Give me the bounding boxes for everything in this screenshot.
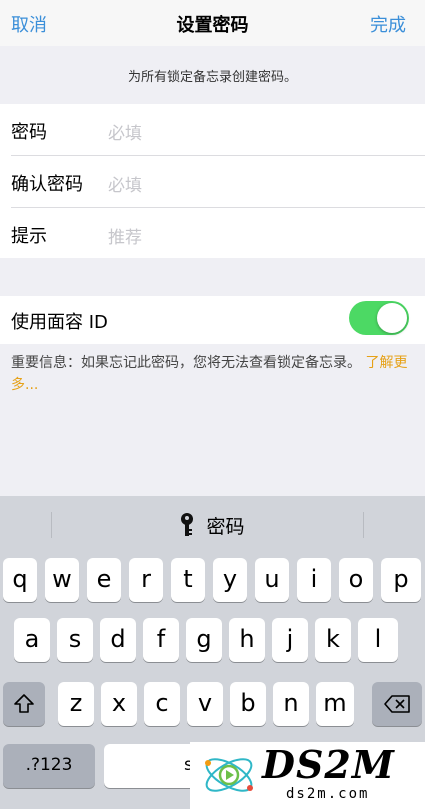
delete-key[interactable] [372, 682, 422, 726]
key-e[interactable]: e [87, 558, 121, 602]
faceid-toggle[interactable] [349, 301, 409, 335]
key-z[interactable]: z [58, 682, 94, 726]
info-text: 重要信息：如果忘记此密码，您将无法查看锁定备忘录。 了解更多... [11, 352, 411, 396]
password-field[interactable]: 必填 [108, 119, 142, 144]
key-x[interactable]: x [101, 682, 137, 726]
faceid-label: 使用面容 ID [11, 312, 108, 333]
key-i[interactable]: i [297, 558, 331, 602]
toggle-knob [377, 303, 407, 333]
quicktype-bar: 密码 [0, 496, 425, 552]
watermark-brand: DS2M [262, 742, 395, 787]
password-label: 密码 [11, 122, 47, 143]
key-w[interactable]: w [45, 558, 79, 602]
section-header-text: 为所有锁定备忘录创建密码。 [127, 70, 297, 85]
suggestion-label: 密码 [206, 516, 245, 538]
key-f[interactable]: f [143, 618, 179, 662]
key-u[interactable]: u [255, 558, 289, 602]
hint-label: 提示 [11, 226, 47, 247]
key-r[interactable]: r [129, 558, 163, 602]
info-message: 重要信息：如果忘记此密码，您将无法查看锁定备忘录。 [11, 355, 361, 371]
navigation-bar: 取消 设置密码 完成 [0, 0, 425, 46]
key-y[interactable]: y [213, 558, 247, 602]
key-o[interactable]: o [339, 558, 373, 602]
key-d[interactable]: d [100, 618, 136, 662]
faceid-row: 使用面容 ID [0, 296, 425, 344]
key-k[interactable]: k [315, 618, 351, 662]
key-v[interactable]: v [187, 682, 223, 726]
key-m[interactable]: m [316, 682, 354, 726]
key-n[interactable]: n [273, 682, 309, 726]
section-header: 为所有锁定备忘录创建密码。 [0, 46, 425, 104]
section-gap [0, 258, 425, 296]
key-b[interactable]: b [230, 682, 266, 726]
password-row[interactable]: 密码 必填 [0, 104, 425, 155]
key-h[interactable]: h [229, 618, 265, 662]
key-a[interactable]: a [14, 618, 50, 662]
key-s[interactable]: s [57, 618, 93, 662]
confirm-password-row[interactable]: 确认密码 必填 [0, 156, 425, 207]
hint-row[interactable]: 提示 推荐 [0, 208, 425, 259]
password-form: 密码 必填 确认密码 必填 提示 推荐 [0, 104, 425, 258]
confirm-password-field[interactable]: 必填 [108, 171, 142, 196]
key-g[interactable]: g [186, 618, 222, 662]
key-icon [180, 513, 206, 538]
shift-key[interactable] [3, 682, 45, 726]
key-l[interactable]: l [358, 618, 398, 662]
watermark: DS2M ds2m.com [190, 742, 425, 809]
done-button[interactable]: 完成 [370, 11, 406, 37]
key-p[interactable]: p [381, 558, 421, 602]
hint-field[interactable]: 推荐 [108, 223, 142, 248]
password-suggestion[interactable]: 密码 [0, 512, 425, 539]
key-q[interactable]: q [3, 558, 37, 602]
delete-icon [383, 689, 411, 717]
numbers-key[interactable]: .?123 [3, 744, 95, 788]
confirm-password-label: 确认密码 [11, 174, 83, 195]
key-j[interactable]: j [272, 618, 308, 662]
shift-icon [13, 689, 35, 717]
key-t[interactable]: t [171, 558, 205, 602]
key-c[interactable]: c [144, 682, 180, 726]
page-title: 设置密码 [176, 15, 249, 36]
watermark-domain: ds2m.com [286, 786, 370, 802]
